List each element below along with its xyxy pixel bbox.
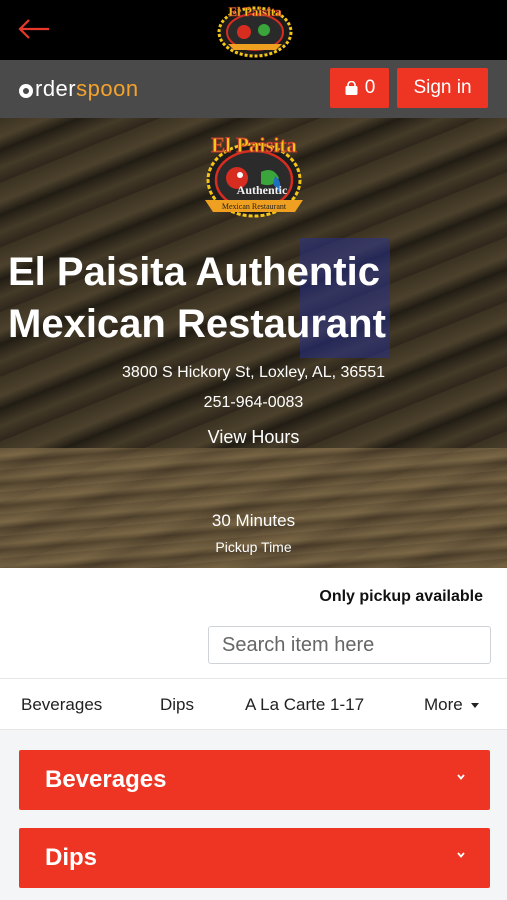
tab-beverages[interactable]: Beverages (21, 695, 102, 715)
logo-text-small: El Paisita (228, 4, 282, 19)
pickup-time-value: 30 Minutes (211, 511, 296, 530)
restaurant-logo-small: El Paisita (217, 4, 293, 58)
logo-subtitle-text: Authentic (237, 183, 288, 197)
back-arrow-icon[interactable] (16, 14, 52, 44)
orderspoon-mark-icon (19, 83, 33, 98)
restaurant-name: El Paisita Authentic Mexican Restaurant (8, 250, 386, 346)
restaurant-address: 3800 S Hickory St, Loxley, AL, 36551 (122, 364, 385, 381)
shopping-bag-icon (345, 80, 358, 95)
brand-text-order: rder (35, 76, 77, 101)
logo-banner-text: Mexican Restaurant (222, 202, 287, 211)
section-dips[interactable]: Dips (19, 828, 490, 888)
ordering-options: Only pickup available (0, 568, 507, 678)
caret-down-icon (470, 703, 479, 709)
pickup-time-label: Pickup Time (215, 539, 292, 555)
restaurant-logo: El Paisita Authentic Mexican Restaurant (205, 133, 303, 218)
sign-in-button[interactable]: Sign in (397, 68, 488, 108)
category-tabs: Beverages Dips A La Carte 1-17 More (0, 678, 507, 730)
view-hours-link[interactable]: View Hours (0, 427, 507, 448)
tab-a-la-carte[interactable]: A La Carte 1-17 (245, 695, 364, 715)
pickup-only-notice: Only pickup available (319, 588, 483, 605)
restaurant-hero: El Paisita Authentic Mexican Restaurant … (0, 118, 507, 568)
cart-button[interactable]: 0 (330, 68, 389, 108)
cart-count: 0 (364, 77, 376, 98)
brand-text-spoon: spoon (76, 76, 139, 101)
chevron-down-icon (457, 852, 465, 858)
chevron-down-icon (457, 774, 465, 780)
section-beverages-label: Beverages (45, 766, 167, 793)
search-input[interactable] (208, 626, 491, 664)
logo-title-text: El Paisita (211, 133, 297, 157)
restaurant-phone[interactable]: 251-964-0083 (0, 394, 507, 412)
section-dips-label: Dips (45, 844, 98, 871)
tab-more-label: More (424, 695, 463, 714)
tab-dips[interactable]: Dips (160, 695, 194, 715)
top-bar: El Paisita (0, 0, 507, 60)
section-beverages[interactable]: Beverages (19, 750, 490, 810)
orderspoon-logo[interactable]: rder spoon (19, 76, 139, 102)
tab-more[interactable]: More (424, 695, 479, 715)
